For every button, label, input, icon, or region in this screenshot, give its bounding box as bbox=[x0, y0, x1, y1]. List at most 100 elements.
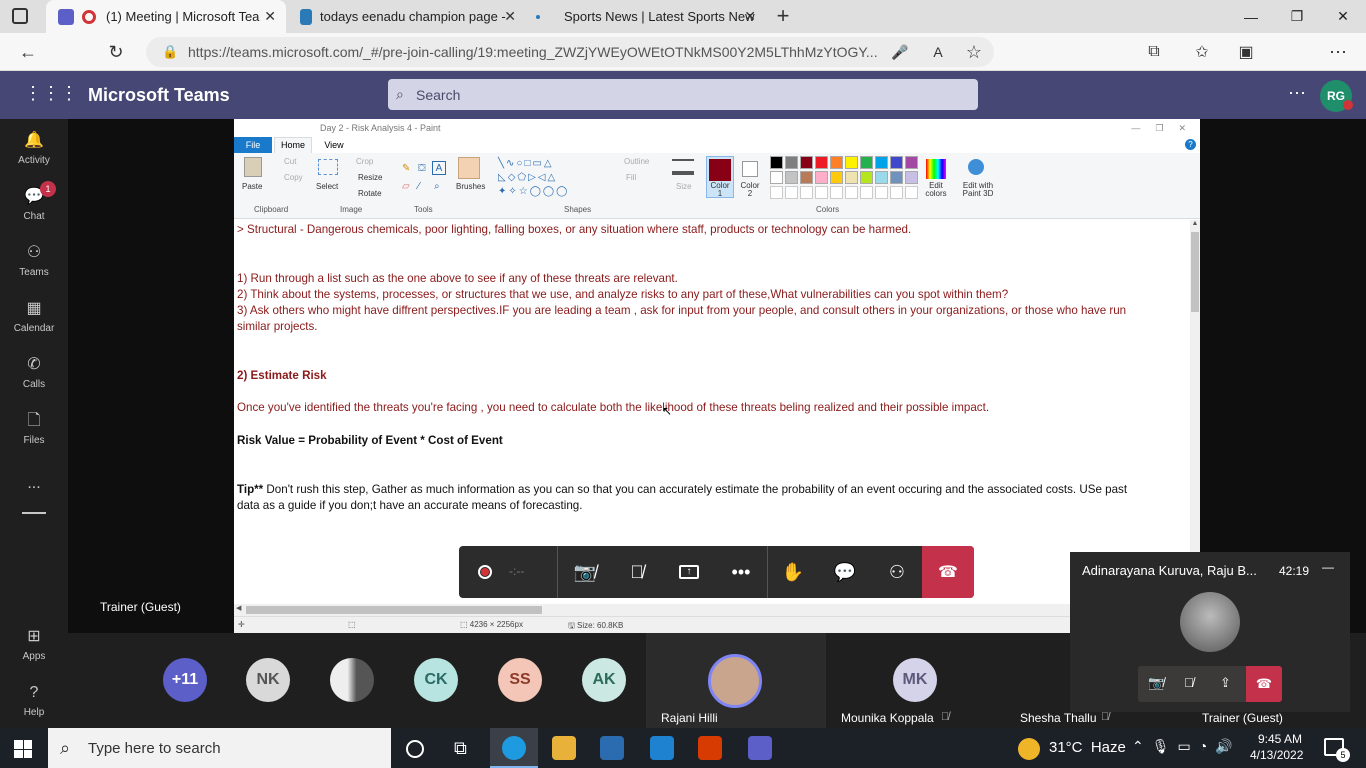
edit-colors-button[interactable]: Edit colors bbox=[924, 182, 948, 198]
start-windows-icon[interactable] bbox=[14, 740, 32, 758]
palette-swatch[interactable] bbox=[800, 171, 813, 184]
palette-swatch-empty[interactable] bbox=[845, 186, 858, 199]
palette-swatch-empty[interactable] bbox=[800, 186, 813, 199]
color-picker-icon[interactable]: ⁄ bbox=[418, 181, 420, 192]
clock-time[interactable]: 9:45 AM bbox=[1258, 732, 1302, 746]
browser-menu-icon[interactable]: ⋯ bbox=[1324, 39, 1352, 65]
recording-button[interactable] bbox=[459, 546, 511, 598]
minimize-icon[interactable]: — bbox=[1322, 560, 1334, 574]
palette-swatch[interactable] bbox=[845, 171, 858, 184]
camera-off-icon[interactable]: 📷̸ bbox=[1148, 675, 1164, 691]
palette-swatch-empty[interactable] bbox=[890, 186, 903, 199]
palette-swatch[interactable] bbox=[860, 171, 873, 184]
mic-off-icon[interactable]: 🎙̸ bbox=[1184, 675, 1194, 690]
file-explorer-icon[interactable] bbox=[552, 736, 576, 760]
cut-button[interactable]: Cut bbox=[284, 157, 296, 166]
pencil-icon[interactable]: ✎ bbox=[402, 163, 410, 174]
scroll-thumb[interactable] bbox=[1191, 232, 1199, 312]
close-tab-icon[interactable]: ✕ bbox=[504, 8, 516, 25]
palette-swatch-empty[interactable] bbox=[785, 186, 798, 199]
hang-up-button[interactable]: ☎ bbox=[922, 546, 974, 598]
participant-avatar[interactable]: NK bbox=[246, 658, 290, 702]
paint-tab-file[interactable]: File bbox=[234, 137, 272, 153]
palette-swatch[interactable] bbox=[875, 171, 888, 184]
paste-button[interactable]: Paste bbox=[242, 182, 262, 191]
scroll-left-icon[interactable]: ◀ bbox=[236, 604, 241, 612]
refresh-icon[interactable]: ↻ bbox=[102, 39, 130, 65]
clock-date[interactable]: 4/13/2022 bbox=[1250, 748, 1303, 762]
paint-tab-view[interactable]: View bbox=[316, 137, 352, 153]
color2-swatch[interactable] bbox=[742, 161, 758, 177]
tab-teams-meeting[interactable]: (1) Meeting | Microsoft Tea ✕ bbox=[46, 0, 286, 33]
task-view-icon[interactable]: ⧉ bbox=[454, 738, 467, 759]
paint-help-icon[interactable]: ? bbox=[1185, 139, 1196, 150]
extensions-icon[interactable]: ⧉ bbox=[1140, 39, 1168, 65]
horizontal-scrollbar[interactable]: ◀ bbox=[234, 604, 1190, 616]
palette-swatch[interactable] bbox=[800, 156, 813, 169]
tab-actions-icon[interactable] bbox=[12, 8, 28, 24]
edit-colors-icon[interactable] bbox=[926, 159, 946, 179]
address-bar[interactable]: 🔒 https://teams.microsoft.com/_#/pre-joi… bbox=[146, 37, 994, 67]
favorites-icon[interactable]: ✩ bbox=[1188, 39, 1216, 65]
participant-avatar[interactable]: CK bbox=[414, 658, 458, 702]
rail-calls[interactable]: ✆ Calls bbox=[0, 355, 68, 390]
select-icon[interactable] bbox=[318, 159, 338, 175]
palette-swatch[interactable] bbox=[785, 156, 798, 169]
share-icon[interactable]: ⇪ bbox=[1220, 675, 1231, 691]
rail-more[interactable]: ... bbox=[0, 475, 68, 493]
copy-button[interactable]: Copy bbox=[284, 173, 303, 182]
size-button[interactable]: Size bbox=[676, 182, 692, 191]
palette-swatch[interactable] bbox=[770, 171, 783, 184]
hscroll-thumb[interactable] bbox=[246, 606, 542, 614]
palette-swatch[interactable] bbox=[890, 156, 903, 169]
close-window-icon[interactable]: ✕ bbox=[1320, 0, 1366, 33]
palette-swatch[interactable] bbox=[845, 156, 858, 169]
new-tab-button[interactable]: + bbox=[770, 4, 796, 30]
rail-apps[interactable]: ⊞ Apps bbox=[0, 627, 68, 662]
rail-activity[interactable]: 🔔 Activity bbox=[0, 131, 68, 166]
outline-button[interactable]: Outline bbox=[624, 157, 649, 166]
cortana-icon[interactable] bbox=[406, 740, 424, 758]
palette-swatch[interactable] bbox=[815, 156, 828, 169]
chat-button[interactable]: 💬 bbox=[819, 546, 871, 598]
more-options-icon[interactable]: ⋯ bbox=[1288, 83, 1306, 104]
fill-button[interactable]: Fill bbox=[626, 173, 636, 182]
weather-text[interactable]: 31°C Haze bbox=[1049, 739, 1126, 756]
palette-swatch[interactable] bbox=[905, 156, 918, 169]
rail-files[interactable]: 🗋 Files bbox=[0, 411, 68, 446]
edge-icon[interactable] bbox=[502, 736, 526, 760]
overflow-participants[interactable]: +11 bbox=[163, 658, 207, 702]
brushes-icon[interactable] bbox=[458, 157, 480, 179]
resize-button[interactable]: Resize bbox=[358, 173, 382, 182]
office-icon[interactable] bbox=[698, 736, 722, 760]
participant-photo-speaking[interactable] bbox=[708, 654, 762, 708]
share-screen-button[interactable]: ↑ bbox=[663, 546, 715, 598]
rail-calendar[interactable]: ▦ Calendar bbox=[0, 299, 68, 334]
raise-hand-button[interactable]: ✋ bbox=[767, 546, 819, 598]
rail-chat[interactable]: 💬 Chat 1 bbox=[0, 181, 68, 222]
fill-bucket-icon[interactable]: ⛋ bbox=[418, 163, 426, 174]
mic-icon[interactable]: 🎤 bbox=[886, 39, 914, 65]
participant-avatar[interactable]: MK bbox=[893, 658, 937, 702]
palette-swatch-empty[interactable] bbox=[875, 186, 888, 199]
palette-swatch[interactable] bbox=[875, 156, 888, 169]
participants-button[interactable]: ⚇ bbox=[871, 546, 923, 598]
palette-swatch[interactable] bbox=[890, 171, 903, 184]
paint3d-icon[interactable] bbox=[968, 159, 984, 175]
palette-swatch[interactable] bbox=[905, 171, 918, 184]
back-icon[interactable]: ← bbox=[14, 39, 42, 65]
favorite-star-icon[interactable]: ☆ bbox=[960, 39, 988, 65]
close-tab-icon[interactable]: ✕ bbox=[264, 8, 276, 25]
palette-swatch[interactable] bbox=[770, 156, 783, 169]
magnifier-icon[interactable]: ⌕ bbox=[434, 181, 440, 192]
mic-toggle-button[interactable]: 🎙̸ bbox=[611, 546, 663, 598]
hang-up-icon[interactable]: ☎ bbox=[1246, 666, 1282, 702]
palette-swatch[interactable] bbox=[830, 156, 843, 169]
more-actions-button[interactable]: ••• bbox=[715, 546, 767, 598]
palette-swatch[interactable] bbox=[785, 171, 798, 184]
read-aloud-icon[interactable]: A bbox=[924, 39, 952, 65]
store-icon[interactable] bbox=[600, 736, 624, 760]
close-tab-icon[interactable]: ✕ bbox=[744, 8, 756, 25]
participant-photo[interactable] bbox=[330, 658, 374, 702]
palette-swatch[interactable] bbox=[815, 171, 828, 184]
